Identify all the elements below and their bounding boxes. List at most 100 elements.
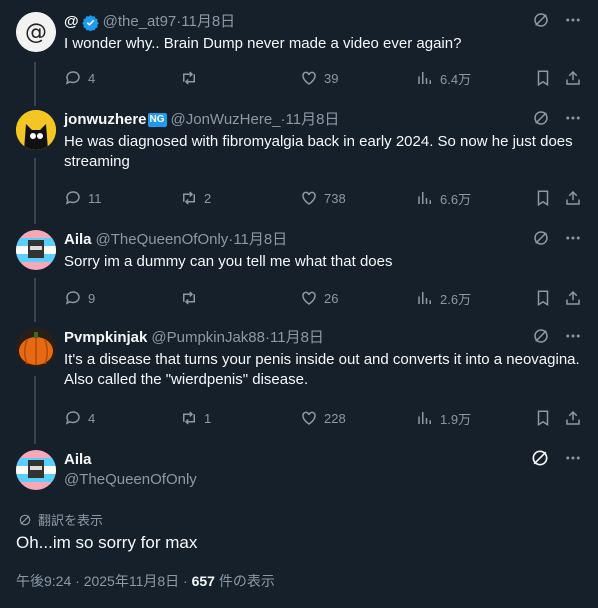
reply-count: 4 bbox=[88, 70, 96, 86]
user-handle[interactable]: @PumpkinJak88 bbox=[151, 328, 265, 348]
bookmark-button[interactable] bbox=[534, 409, 552, 427]
grok-icon[interactable] bbox=[532, 11, 550, 34]
retweet-button[interactable] bbox=[180, 289, 204, 307]
reply-count: 9 bbox=[88, 290, 96, 306]
reply-icon bbox=[65, 71, 80, 85]
translate-label: 翻訳を表示 bbox=[38, 513, 104, 528]
views-button[interactable]: 1.9万 bbox=[416, 409, 471, 428]
view-count: 2.6万 bbox=[440, 291, 472, 307]
display-name[interactable]: @ bbox=[64, 12, 79, 32]
grok-icon[interactable] bbox=[532, 229, 550, 252]
retweet-count: 2 bbox=[204, 190, 212, 206]
share-icon bbox=[566, 290, 580, 305]
retweet-button[interactable] bbox=[180, 69, 204, 87]
retweet-icon bbox=[183, 191, 195, 205]
display-name[interactable]: Pvmpkinjak bbox=[64, 328, 147, 348]
views-icon bbox=[418, 192, 431, 204]
user-handle[interactable]: @TheQueenOfOnly bbox=[96, 230, 229, 250]
reply-button[interactable]: 9 bbox=[64, 289, 95, 307]
avatar[interactable] bbox=[16, 110, 56, 150]
like-button[interactable]: 738 bbox=[300, 189, 346, 207]
reply-icon bbox=[65, 411, 80, 425]
reply-button[interactable]: 4 bbox=[64, 69, 95, 87]
like-button[interactable]: 39 bbox=[300, 69, 338, 87]
share-icon bbox=[566, 70, 580, 85]
more-options-icon[interactable] bbox=[564, 229, 582, 252]
views-label: 件の表示 bbox=[214, 573, 275, 589]
tweet-text: Sorry im a dummy can you tell me what th… bbox=[64, 253, 393, 270]
user-handle[interactable]: @the_at97 bbox=[103, 12, 177, 32]
display-name[interactable]: jonwuzhere bbox=[64, 110, 147, 130]
bookmark-icon bbox=[537, 290, 549, 307]
avatar[interactable] bbox=[16, 230, 56, 270]
tweet-timestamp[interactable]: 午後9:24 · 2025年11月8日 · bbox=[16, 573, 192, 589]
like-button[interactable]: 26 bbox=[300, 289, 338, 307]
reply-button[interactable]: 11 bbox=[64, 189, 102, 207]
more-options-icon[interactable] bbox=[564, 449, 582, 472]
display-name[interactable]: Aila bbox=[64, 450, 92, 470]
bookmark-icon bbox=[537, 410, 549, 427]
bookmark-button[interactable] bbox=[534, 189, 552, 207]
view-count: 657 bbox=[191, 573, 215, 589]
name-badge: NG bbox=[147, 113, 167, 127]
thread-line bbox=[34, 158, 36, 224]
views-icon bbox=[418, 72, 431, 84]
retweet-button[interactable]: 2 bbox=[180, 189, 211, 207]
heart-icon bbox=[302, 411, 316, 425]
grok-icon[interactable] bbox=[530, 448, 550, 473]
avatar[interactable] bbox=[16, 450, 56, 490]
translate-icon bbox=[19, 514, 31, 525]
view-count: 1.9万 bbox=[440, 411, 472, 427]
retweet-icon bbox=[183, 291, 195, 305]
avatar[interactable]: @ bbox=[16, 12, 56, 52]
retweet-button[interactable]: 1 bbox=[180, 409, 211, 427]
heart-icon bbox=[302, 191, 316, 205]
views-button[interactable]: 2.6万 bbox=[416, 289, 471, 308]
user-handle[interactable]: @TheQueenOfOnly bbox=[64, 470, 197, 490]
view-count: 6.4万 bbox=[440, 71, 472, 87]
timestamp[interactable]: 11月8日 bbox=[286, 110, 340, 130]
share-icon bbox=[566, 410, 580, 425]
like-count: 228 bbox=[324, 410, 346, 426]
like-button[interactable]: 228 bbox=[300, 409, 346, 427]
bookmark-icon bbox=[537, 70, 549, 87]
views-button[interactable]: 6.4万 bbox=[416, 69, 471, 88]
more-options-icon[interactable] bbox=[564, 327, 582, 350]
like-count: 738 bbox=[324, 190, 346, 206]
bookmark-button[interactable] bbox=[534, 69, 552, 87]
like-count: 26 bbox=[324, 290, 339, 306]
view-count: 6.6万 bbox=[440, 191, 472, 207]
share-button[interactable] bbox=[564, 189, 582, 207]
user-handle[interactable]: @JonWuzHere_ bbox=[171, 110, 281, 130]
more-options-icon[interactable] bbox=[564, 11, 582, 34]
like-count: 39 bbox=[324, 70, 339, 86]
retweet-icon bbox=[183, 71, 195, 85]
svg-text:@: @ bbox=[25, 20, 47, 45]
display-name[interactable]: Aila bbox=[64, 230, 92, 250]
timestamp[interactable]: 11月8日 bbox=[270, 328, 324, 348]
tweet-text: He was diagnosed with fibromyalgia back … bbox=[64, 133, 573, 170]
share-button[interactable] bbox=[564, 69, 582, 87]
views-button[interactable]: 6.6万 bbox=[416, 189, 471, 208]
bookmark-icon bbox=[537, 190, 549, 207]
reply-icon bbox=[65, 191, 80, 205]
views-icon bbox=[418, 412, 431, 424]
bookmark-button[interactable] bbox=[534, 289, 552, 307]
reply-button[interactable]: 4 bbox=[64, 409, 95, 427]
share-button[interactable] bbox=[564, 409, 582, 427]
views-icon bbox=[418, 292, 431, 304]
more-options-icon[interactable] bbox=[564, 109, 582, 132]
retweet-count: 1 bbox=[204, 410, 212, 426]
share-button[interactable] bbox=[564, 289, 582, 307]
avatar[interactable] bbox=[16, 328, 56, 368]
grok-icon[interactable] bbox=[532, 109, 550, 132]
main-tweet-text: Oh...im so sorry for max bbox=[16, 533, 198, 552]
timestamp[interactable]: 11月8日 bbox=[181, 12, 235, 32]
show-translation-link[interactable]: 翻訳を表示 bbox=[18, 510, 103, 529]
thread-line bbox=[34, 376, 36, 444]
heart-icon bbox=[302, 71, 316, 85]
grok-icon[interactable] bbox=[532, 327, 550, 350]
reply-icon bbox=[65, 291, 80, 305]
verified-badge-icon bbox=[81, 14, 99, 31]
timestamp[interactable]: 11月8日 bbox=[233, 230, 287, 250]
